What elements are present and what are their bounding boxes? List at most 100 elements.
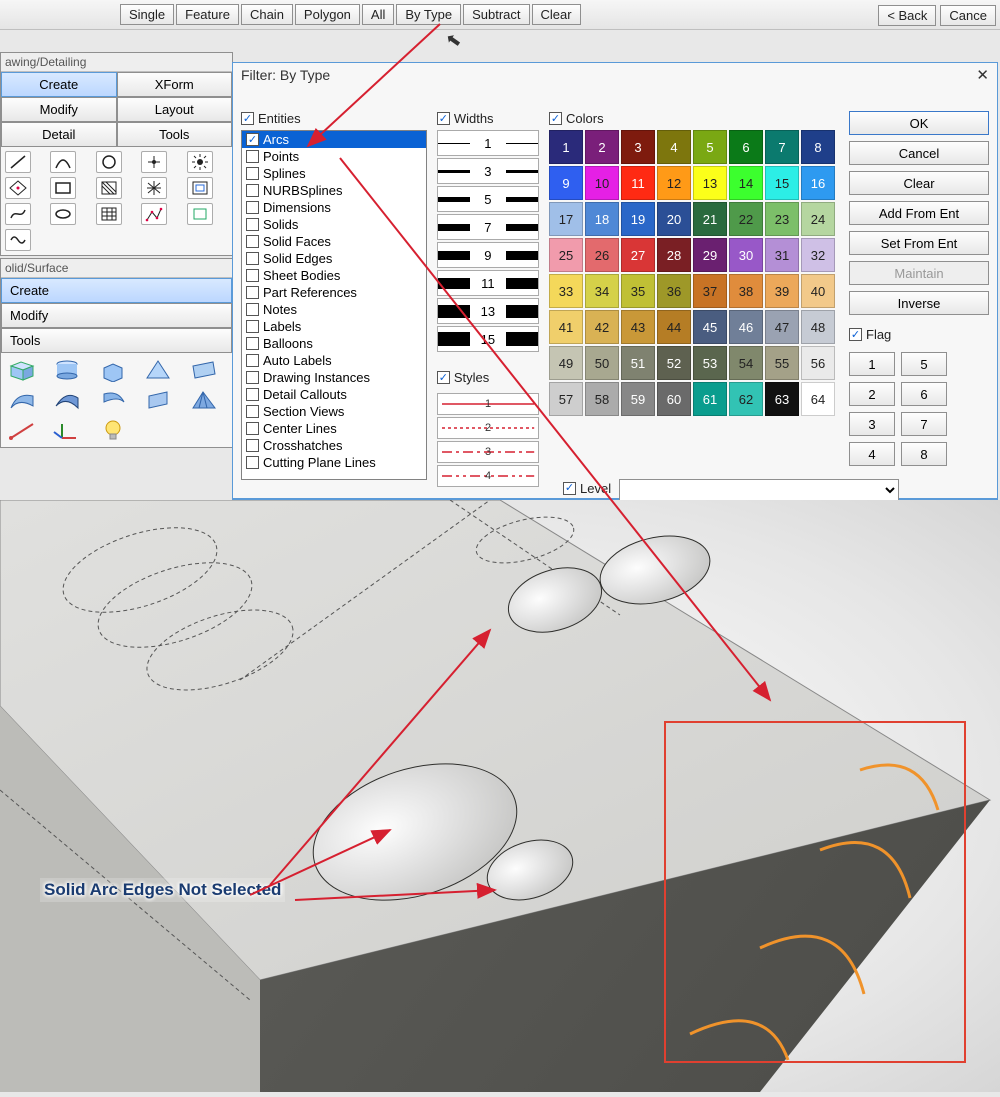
color-swatch[interactable]: 38 — [729, 274, 763, 308]
color-swatch[interactable]: 55 — [765, 346, 799, 380]
width-swatch[interactable]: 7 — [437, 214, 539, 240]
entity-row[interactable]: Solid Faces — [242, 233, 426, 250]
color-swatch[interactable]: 1 — [549, 130, 583, 164]
select-clear-button[interactable]: Clear — [532, 4, 581, 25]
flag-button[interactable]: 7 — [901, 412, 947, 436]
chain-tool-icon[interactable] — [141, 203, 167, 225]
ellipse-tool-icon[interactable] — [50, 203, 76, 225]
color-swatch[interactable]: 3 — [621, 130, 655, 164]
color-swatch[interactable]: 5 — [693, 130, 727, 164]
width-swatch[interactable]: 11 — [437, 270, 539, 296]
3d-viewport[interactable] — [0, 500, 1000, 1092]
cylinder-icon[interactable] — [50, 357, 84, 383]
color-swatch[interactable]: 9 — [549, 166, 583, 200]
width-swatch[interactable]: 3 — [437, 158, 539, 184]
width-swatch[interactable]: 13 — [437, 298, 539, 324]
misc-tool-icon[interactable] — [187, 203, 213, 225]
circle-tool-icon[interactable] — [96, 151, 122, 173]
back-button[interactable]: < Back — [878, 5, 936, 26]
width-swatch[interactable]: 5 — [437, 186, 539, 212]
color-swatch[interactable]: 63 — [765, 382, 799, 416]
entities-list[interactable]: ✓ArcsPointsSplinesNURBSplinesDimensionsS… — [241, 130, 427, 480]
inverse-button[interactable]: Inverse — [849, 291, 989, 315]
flag-button[interactable]: 8 — [901, 442, 947, 466]
entity-row[interactable]: Solid Edges — [242, 250, 426, 267]
select-subtract-button[interactable]: Subtract — [463, 4, 529, 25]
select-polygon-button[interactable]: Polygon — [295, 4, 360, 25]
color-swatch[interactable]: 31 — [765, 238, 799, 272]
entity-row[interactable]: Balloons — [242, 335, 426, 352]
flag-button[interactable]: 2 — [849, 382, 895, 406]
offset-tool-icon[interactable] — [187, 177, 213, 199]
hatch-tool-icon[interactable] — [96, 177, 122, 199]
tube-icon[interactable] — [96, 387, 130, 413]
spline-tool-icon[interactable] — [5, 203, 31, 225]
color-swatch[interactable]: 8 — [801, 130, 835, 164]
entity-row[interactable]: Detail Callouts — [242, 386, 426, 403]
flag-button[interactable]: 6 — [901, 382, 947, 406]
color-swatch[interactable]: 57 — [549, 382, 583, 416]
entities-checkbox[interactable]: ✓Entities — [241, 111, 427, 126]
flag-button[interactable]: 3 — [849, 412, 895, 436]
swoop2-icon[interactable] — [50, 387, 84, 413]
entity-row[interactable]: ✓Arcs — [242, 131, 426, 148]
color-swatch[interactable]: 12 — [657, 166, 691, 200]
entity-row[interactable]: Labels — [242, 318, 426, 335]
level-select[interactable] — [619, 479, 899, 501]
tab-tools[interactable]: Tools — [117, 122, 233, 147]
entity-row[interactable]: Drawing Instances — [242, 369, 426, 386]
color-swatch[interactable]: 42 — [585, 310, 619, 344]
select-chain-button[interactable]: Chain — [241, 4, 293, 25]
tab-detail[interactable]: Detail — [1, 122, 117, 147]
wave-tool-icon[interactable] — [5, 229, 31, 251]
entity-row[interactable]: Dimensions — [242, 199, 426, 216]
tab-create-solid[interactable]: Create — [1, 278, 232, 303]
style-swatch[interactable]: 4 — [437, 465, 539, 487]
entity-row[interactable]: Cutting Plane Lines — [242, 454, 426, 471]
select-feature-button[interactable]: Feature — [176, 4, 239, 25]
point-tool-icon[interactable] — [141, 151, 167, 173]
tab-tools-solid[interactable]: Tools — [1, 328, 232, 353]
color-swatch[interactable]: 28 — [657, 238, 691, 272]
color-swatch[interactable]: 56 — [801, 346, 835, 380]
color-swatch[interactable]: 6 — [729, 130, 763, 164]
color-swatch[interactable]: 48 — [801, 310, 835, 344]
color-swatch[interactable]: 11 — [621, 166, 655, 200]
dialog-clear-button[interactable]: Clear — [849, 171, 989, 195]
tab-layout[interactable]: Layout — [117, 97, 233, 122]
color-swatch[interactable]: 64 — [801, 382, 835, 416]
bulb-icon[interactable] — [96, 417, 130, 443]
select-by-type-button[interactable]: By Type — [396, 4, 461, 25]
add-from-ent-button[interactable]: Add From Ent — [849, 201, 989, 225]
color-swatch[interactable]: 14 — [729, 166, 763, 200]
style-swatch[interactable]: 1 — [437, 393, 539, 415]
axis-xyz-icon[interactable] — [50, 417, 84, 443]
color-swatch[interactable]: 53 — [693, 346, 727, 380]
flag-checkbox[interactable]: ✓Flag — [849, 327, 989, 342]
color-swatch[interactable]: 54 — [729, 346, 763, 380]
color-swatch[interactable]: 39 — [765, 274, 799, 308]
entity-row[interactable]: Section Views — [242, 403, 426, 420]
width-swatch[interactable]: 1 — [437, 130, 539, 156]
entity-row[interactable]: Sheet Bodies — [242, 267, 426, 284]
color-swatch[interactable]: 19 — [621, 202, 655, 236]
colors-checkbox[interactable]: ✓Colors — [549, 111, 839, 126]
color-swatch[interactable]: 2 — [585, 130, 619, 164]
entity-row[interactable]: Points — [242, 148, 426, 165]
flag-button[interactable]: 1 — [849, 352, 895, 376]
color-swatch[interactable]: 49 — [549, 346, 583, 380]
grid-tool-icon[interactable] — [96, 203, 122, 225]
line-tool-icon[interactable] — [5, 151, 31, 173]
color-swatch[interactable]: 52 — [657, 346, 691, 380]
color-swatch[interactable]: 61 — [693, 382, 727, 416]
plane-icon[interactable] — [187, 357, 221, 383]
style-swatch[interactable]: 2 — [437, 417, 539, 439]
color-swatch[interactable]: 7 — [765, 130, 799, 164]
color-swatch[interactable]: 43 — [621, 310, 655, 344]
color-swatch[interactable]: 58 — [585, 382, 619, 416]
color-swatch[interactable]: 24 — [801, 202, 835, 236]
color-swatch[interactable]: 13 — [693, 166, 727, 200]
fan-icon[interactable] — [187, 387, 221, 413]
flag-button[interactable]: 5 — [901, 352, 947, 376]
color-swatch[interactable]: 16 — [801, 166, 835, 200]
